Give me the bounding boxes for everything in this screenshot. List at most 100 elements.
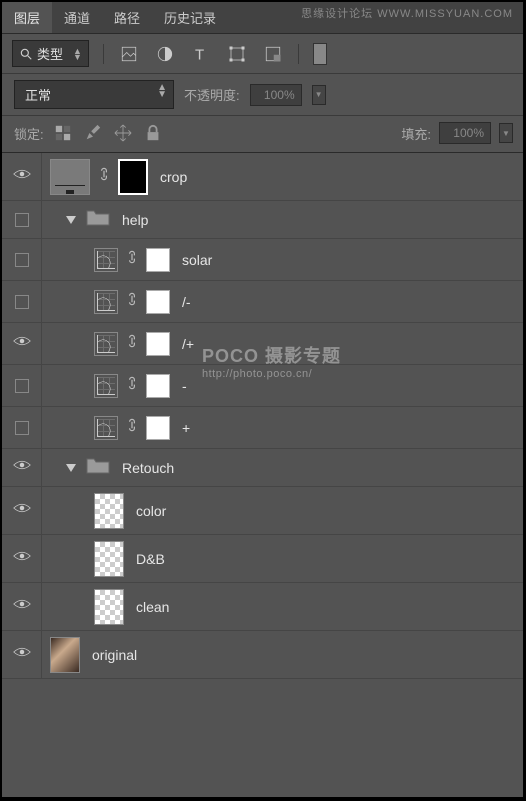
visibility-toggle[interactable] (2, 153, 42, 200)
layer-name: - (182, 378, 187, 394)
link-icon (126, 375, 138, 396)
layer-mask[interactable] (146, 290, 170, 314)
layer-thumbnail[interactable] (94, 493, 124, 529)
layer-name: + (182, 420, 190, 436)
layer-row-color[interactable]: color (2, 487, 523, 535)
adjustment-curves-icon[interactable] (94, 374, 118, 398)
layer-row-clean[interactable]: clean (2, 583, 523, 631)
opacity-label: 不透明度: (184, 85, 240, 104)
filter-pixel-icon[interactable] (118, 44, 140, 64)
layer-content: + (42, 416, 515, 440)
visibility-toggle[interactable] (2, 487, 42, 534)
layer-content: Retouch (42, 455, 515, 480)
layer-row-original[interactable]: original (2, 631, 523, 679)
link-icon (126, 333, 138, 354)
watermark-url: http://photo.poco.cn/ (202, 368, 341, 380)
fill-input[interactable]: 100% (439, 122, 491, 144)
tab-layers[interactable]: 图层 (2, 2, 52, 33)
layer-name: help (122, 212, 148, 228)
filter-toggle[interactable] (313, 43, 327, 65)
layer-content: original (42, 637, 515, 673)
layer-mask[interactable] (118, 159, 148, 195)
opacity-input[interactable]: 100% (250, 84, 302, 106)
filter-smartobject-icon[interactable] (262, 44, 284, 64)
layers-panel: 思缘设计论坛 WWW.MISSYUAN.COM POCO 摄影专题 http:/… (1, 1, 524, 798)
lock-position-icon[interactable] (112, 123, 134, 143)
layer-mask[interactable] (146, 416, 170, 440)
filter-toolbar: 类型 ▲▼ T (2, 34, 523, 74)
adjustment-curves-icon[interactable] (94, 416, 118, 440)
layer-content: solar (42, 248, 515, 272)
eye-icon (13, 597, 31, 616)
visibility-toggle[interactable] (2, 583, 42, 630)
fill-label: 填充: (401, 124, 431, 143)
filter-type-icon[interactable]: T (190, 44, 212, 64)
tab-history[interactable]: 历史记录 (152, 2, 228, 33)
eye-icon (13, 458, 31, 477)
dropdown-arrows-icon: ▲▼ (157, 84, 167, 98)
lock-toolbar: 锁定: 填充: 100% ▼ (2, 116, 523, 153)
expand-arrow-icon[interactable] (66, 464, 76, 472)
layer-mask[interactable] (146, 332, 170, 356)
layer-row-slashminus[interactable]: /- (2, 281, 523, 323)
layer-row-plus[interactable]: + (2, 407, 523, 449)
layer-name: D&B (136, 551, 165, 567)
lock-brush-icon[interactable] (82, 123, 104, 143)
tab-channels[interactable]: 通道 (52, 2, 102, 33)
layer-row-help[interactable]: help (2, 201, 523, 239)
folder-icon (86, 207, 110, 232)
layer-thumbnail[interactable] (94, 589, 124, 625)
eye-icon (13, 334, 31, 353)
layer-row-crop[interactable]: crop (2, 153, 523, 201)
visibility-toggle[interactable] (2, 201, 42, 238)
blend-mode-dropdown[interactable]: 正常 ▲▼ (14, 80, 174, 109)
adjustment-curves-icon[interactable] (94, 290, 118, 314)
lock-transparency-icon[interactable] (52, 123, 74, 143)
eye-icon (13, 167, 31, 186)
layers-list: crop help solar (2, 153, 523, 679)
layer-name: clean (136, 599, 169, 615)
checkbox-icon (15, 421, 29, 435)
layer-content: help (42, 207, 515, 232)
layer-name: solar (182, 252, 212, 268)
visibility-toggle[interactable] (2, 281, 42, 322)
separator (298, 44, 299, 64)
visibility-toggle[interactable] (2, 407, 42, 448)
visibility-toggle[interactable] (2, 449, 42, 486)
checkbox-icon (15, 253, 29, 267)
filter-adjustment-icon[interactable] (154, 44, 176, 64)
layer-filter-dropdown[interactable]: 类型 ▲▼ (12, 40, 89, 67)
layer-mask[interactable] (146, 374, 170, 398)
lock-label: 锁定: (14, 124, 44, 143)
layer-name: /+ (182, 336, 194, 352)
layer-thumbnail[interactable] (94, 541, 124, 577)
checkbox-icon (15, 379, 29, 393)
watermark-top: 思缘设计论坛 WWW.MISSYUAN.COM (301, 5, 513, 21)
adjustment-curves-icon[interactable] (94, 332, 118, 356)
layer-row-solar[interactable]: solar (2, 239, 523, 281)
adjustment-curves-icon[interactable] (94, 248, 118, 272)
visibility-toggle[interactable] (2, 365, 42, 406)
folder-icon (86, 455, 110, 480)
layer-row-db[interactable]: D&B (2, 535, 523, 583)
tab-paths[interactable]: 路径 (102, 2, 152, 33)
fill-flyout[interactable]: ▼ (499, 123, 513, 143)
layer-row-retouch[interactable]: Retouch (2, 449, 523, 487)
expand-arrow-icon[interactable] (66, 216, 76, 224)
visibility-toggle[interactable] (2, 631, 42, 678)
layer-thumbnail[interactable] (50, 159, 90, 195)
layer-thumbnail[interactable] (50, 637, 80, 673)
checkbox-icon (15, 213, 29, 227)
separator (103, 44, 104, 64)
layer-content: color (42, 493, 515, 529)
visibility-toggle[interactable] (2, 323, 42, 364)
filter-shape-icon[interactable] (226, 44, 248, 64)
visibility-toggle[interactable] (2, 535, 42, 582)
blend-mode-value: 正常 (25, 88, 51, 103)
layer-mask[interactable] (146, 248, 170, 272)
layer-name: color (136, 503, 166, 519)
eye-icon (13, 549, 31, 568)
visibility-toggle[interactable] (2, 239, 42, 280)
opacity-flyout[interactable]: ▼ (312, 85, 326, 105)
lock-all-icon[interactable] (142, 123, 164, 143)
